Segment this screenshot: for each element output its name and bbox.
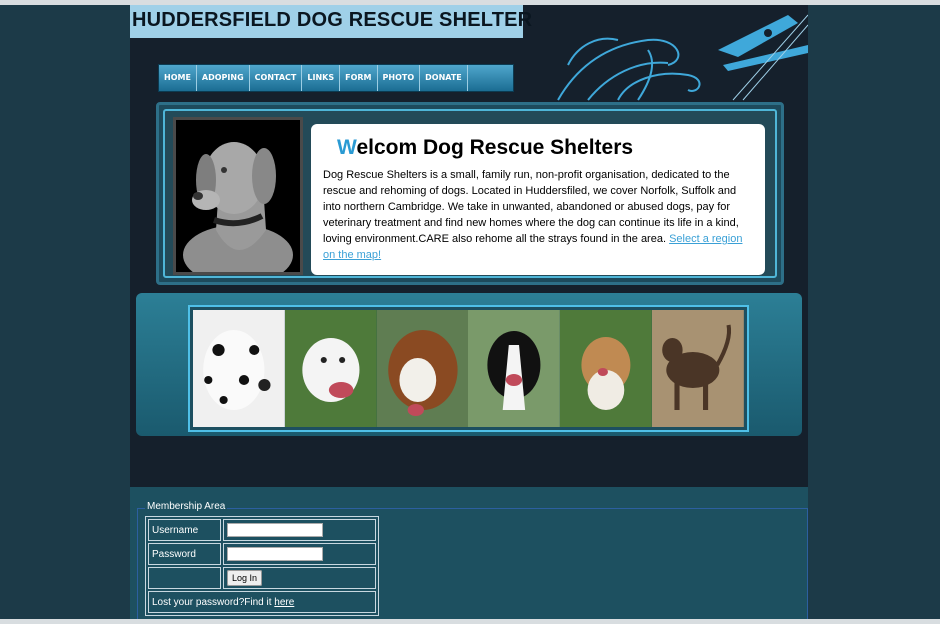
dog-photo-st-bernard bbox=[376, 310, 469, 427]
password-input[interactable] bbox=[227, 547, 323, 561]
welcome-card: Welcom Dog Rescue Shelters Dog Rescue Sh… bbox=[311, 124, 765, 275]
welcome-panel: Welcom Dog Rescue Shelters Dog Rescue Sh… bbox=[156, 102, 784, 285]
nav-adoping[interactable]: ADOPING bbox=[197, 65, 250, 91]
username-input[interactable] bbox=[227, 523, 323, 537]
dog-photo-white-bulldog bbox=[284, 310, 377, 427]
dog-photo-border-collie bbox=[468, 310, 561, 427]
welcome-text: Dog Rescue Shelters is a small, family r… bbox=[323, 167, 753, 263]
membership-legend: Membership Area bbox=[145, 501, 228, 512]
welcome-heading-initial: W bbox=[337, 136, 357, 159]
dog-banner bbox=[188, 305, 749, 432]
nav-photo[interactable]: PHOTO bbox=[378, 65, 421, 91]
main-nav: HOME ADOPING CONTACT LINKS FORM PHOTO DO… bbox=[158, 64, 514, 92]
dog-photo-dalmatian bbox=[193, 310, 285, 427]
password-label: Password bbox=[148, 543, 221, 565]
welcome-heading: Welcom Dog Rescue Shelters bbox=[337, 136, 753, 160]
welcome-heading-rest: elcom Dog Rescue Shelters bbox=[356, 136, 634, 159]
nav-form[interactable]: FORM bbox=[340, 65, 378, 91]
login-table: Username Password Log In Lost your passw… bbox=[145, 516, 379, 616]
empty-label-cell bbox=[148, 567, 221, 589]
login-button-cell: Log In bbox=[223, 567, 376, 589]
username-cell bbox=[223, 519, 376, 541]
featured-dog-photo bbox=[173, 117, 303, 275]
welcome-panel-inner: Welcom Dog Rescue Shelters Dog Rescue Sh… bbox=[163, 109, 777, 278]
nav-links[interactable]: LINKS bbox=[302, 65, 341, 91]
nav-donate[interactable]: DONATE bbox=[420, 65, 468, 91]
dog-photo-brown-white-dog bbox=[560, 310, 653, 427]
map-link-suffix: ! bbox=[378, 249, 382, 261]
lost-password-row: Lost your password?Find it here bbox=[148, 591, 376, 613]
membership-section: Membership Area Username Password Log In… bbox=[130, 487, 808, 619]
browser-bottom-edge bbox=[0, 619, 940, 624]
nav-contact[interactable]: CONTACT bbox=[250, 65, 303, 91]
dog-photo-brindle-dog bbox=[652, 310, 744, 427]
login-button[interactable]: Log In bbox=[227, 569, 263, 586]
lost-password-link[interactable]: here bbox=[274, 597, 294, 608]
username-label: Username bbox=[148, 519, 221, 541]
nav-home[interactable]: HOME bbox=[159, 65, 197, 91]
lost-password-text: Lost your password?Find it bbox=[152, 596, 272, 608]
header-swirl-decoration bbox=[557, 14, 808, 101]
site-title: HUDDERSFIELD DOG RESCUE SHELTER bbox=[130, 5, 532, 38]
membership-fieldset: Membership Area Username Password Log In… bbox=[137, 501, 808, 619]
password-cell bbox=[223, 543, 376, 565]
page-container: HUDDERSFIELD DOG RESCUE SHELTER HOME ADO… bbox=[130, 5, 808, 619]
